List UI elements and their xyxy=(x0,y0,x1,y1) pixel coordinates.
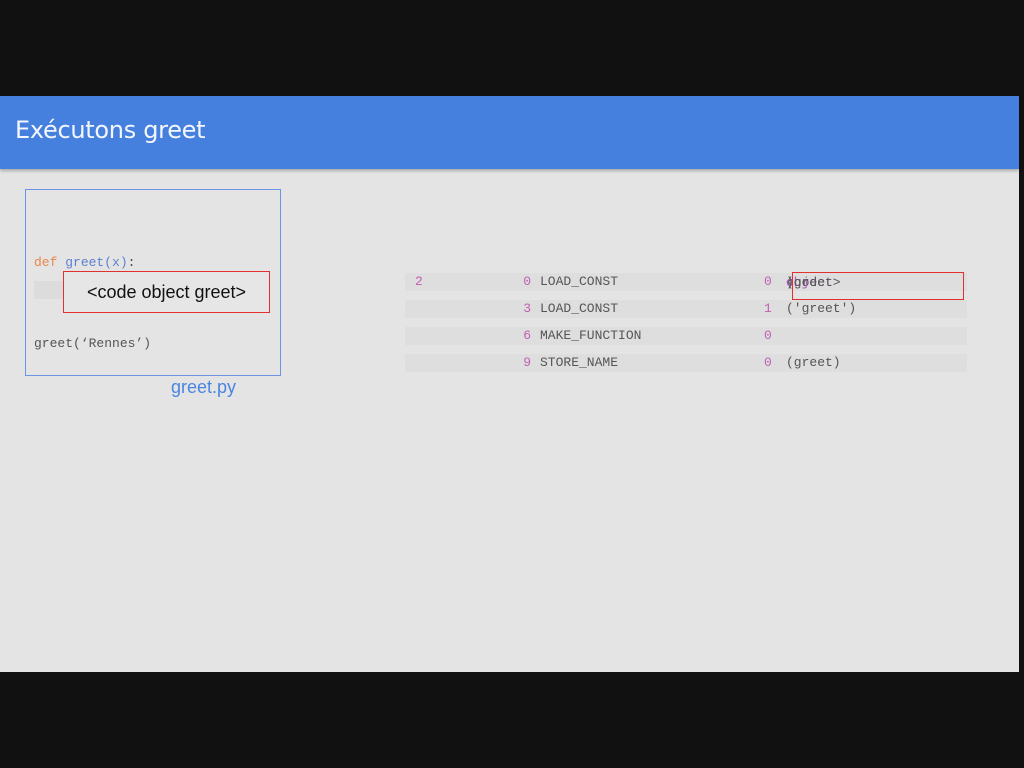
line-number: 2 xyxy=(415,274,423,289)
arg-repr: (greet) xyxy=(786,355,841,370)
filename-caption: greet.py xyxy=(171,377,237,397)
def-line: def greet(x): xyxy=(34,255,135,270)
bytecode-offset: 6 xyxy=(523,328,531,343)
bytecode-row: 9 STORE_NAME 0 (greet) xyxy=(405,354,967,372)
oparg: 0 xyxy=(764,274,772,289)
arg-repr: ('greet') xyxy=(786,301,857,316)
opname: MAKE_FUNCTION xyxy=(540,328,642,343)
def-keyword: def xyxy=(34,255,58,270)
bytecode-row: 3 LOAD_CONST 1 ('greet') xyxy=(405,300,967,318)
bytecode-offset: 0 xyxy=(523,274,531,289)
opname: STORE_NAME xyxy=(540,355,619,370)
code-object-highlight: <code object greet> xyxy=(63,271,270,313)
def-colon: : xyxy=(127,255,136,270)
opname: LOAD_CONST xyxy=(540,274,619,289)
bytecode-offset: 9 xyxy=(523,355,531,370)
code-object-label: <code object greet> xyxy=(86,281,247,302)
slide-header: Exécutons greet xyxy=(0,96,1019,169)
slide-title: Exécutons greet xyxy=(15,116,206,144)
bytecode-row: 6 MAKE_FUNCTION 0 xyxy=(405,327,967,345)
function-signature: greet(x) xyxy=(65,255,128,270)
call-line: greet(‘Rennes’) xyxy=(34,336,152,351)
oparg: 0 xyxy=(764,328,772,343)
bytecode-offset: 3 xyxy=(523,301,531,316)
slide: Exécutons greet def greet(x): greet(‘Ren… xyxy=(0,96,1019,672)
opname: LOAD_CONST xyxy=(540,301,619,316)
code-object-repr-highlight xyxy=(792,272,964,300)
oparg: 1 xyxy=(764,301,772,316)
oparg: 0 xyxy=(764,355,772,370)
